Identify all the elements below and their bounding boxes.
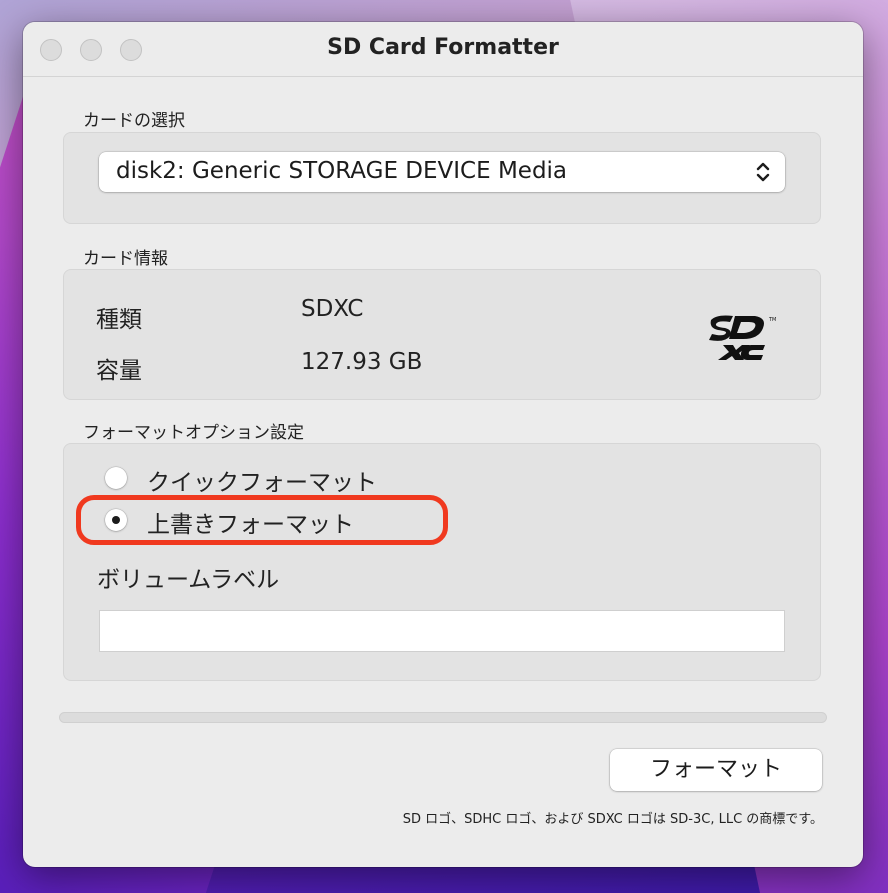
title-bar: SD Card Formatter	[23, 22, 863, 77]
card-select-value: disk2: Generic STORAGE DEVICE Media	[116, 158, 568, 184]
format-button[interactable]: フォーマット	[610, 749, 822, 791]
card-capacity-value: 127.93 GB	[301, 349, 423, 375]
highlight-annotation	[76, 495, 448, 545]
card-select-dropdown[interactable]: disk2: Generic STORAGE DEVICE Media	[99, 152, 785, 192]
card-info-label: カード情報	[83, 249, 168, 269]
format-progress-bar	[59, 712, 827, 723]
card-selection-label: カードの選択	[83, 111, 185, 131]
card-capacity-key: 容量	[96, 358, 142, 384]
volume-label-input[interactable]	[99, 610, 785, 652]
svg-text:TM: TM	[768, 317, 776, 323]
format-options-label: フォーマットオプション設定	[83, 423, 304, 443]
updown-chevron-icon	[756, 162, 770, 182]
sdxc-logo-icon: TM	[709, 315, 776, 360]
app-window: SD Card Formatter カードの選択 disk2: Generic …	[23, 22, 863, 867]
quick-format-label: クイックフォーマット	[147, 470, 377, 496]
card-type-value: SDXC	[301, 296, 364, 322]
volume-label-caption: ボリュームラベル	[97, 567, 280, 593]
trademark-note: SD ロゴ、SDHC ロゴ、および SDXC ロゴは SD-3C, LLC の商…	[402, 812, 823, 827]
quick-format-radio[interactable]	[105, 467, 127, 489]
card-type-key: 種類	[96, 307, 142, 333]
window-title: SD Card Formatter	[327, 35, 559, 60]
